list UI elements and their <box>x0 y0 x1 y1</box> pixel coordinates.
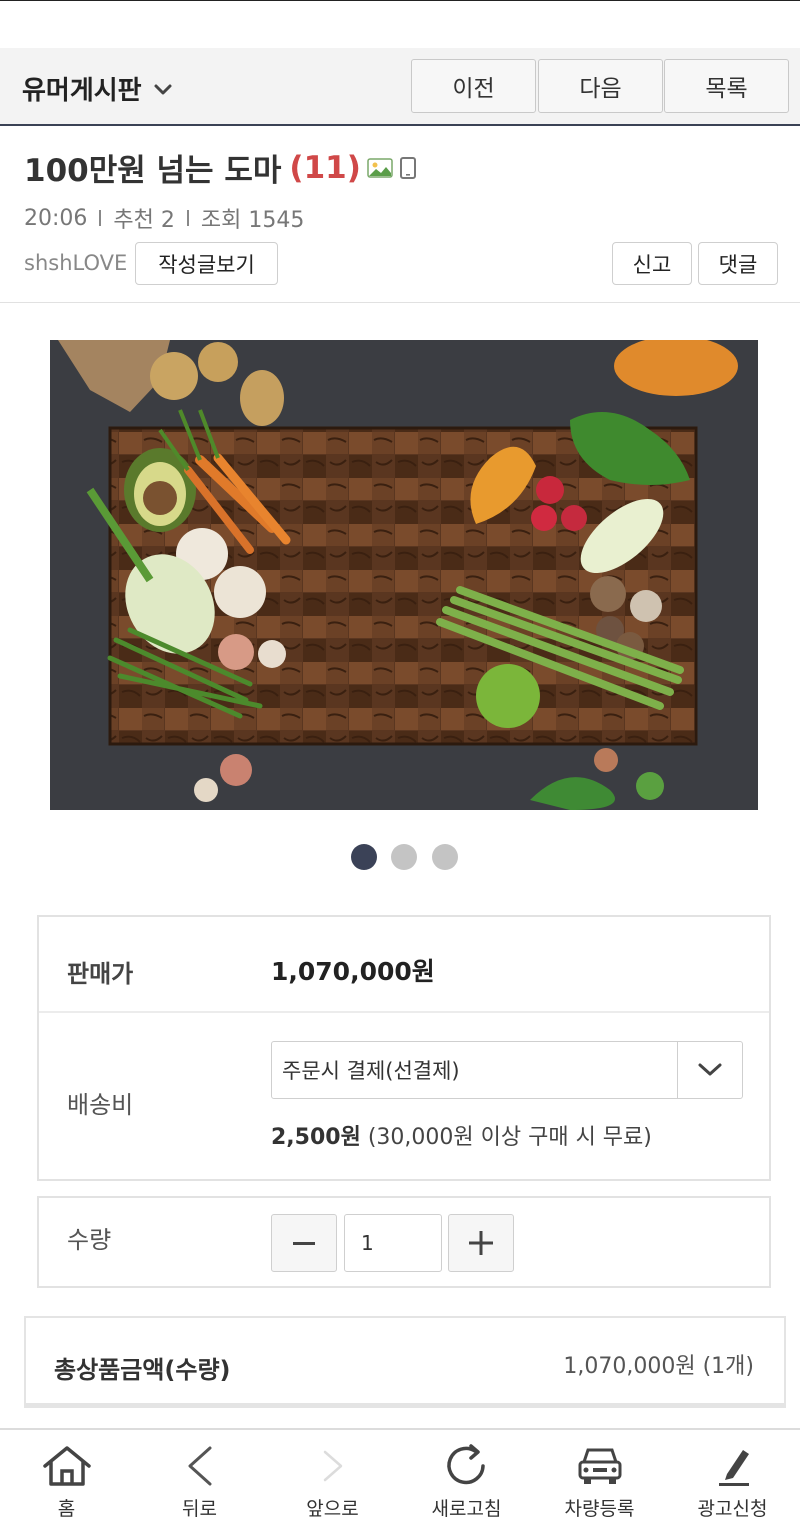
list-button[interactable]: 목록 <box>664 59 789 113</box>
car-icon <box>578 1448 621 1484</box>
view-posts-button[interactable]: 작성글보기 <box>135 242 278 285</box>
nav-refresh[interactable]: 새로고침 <box>400 1430 533 1534</box>
board-header: 유머게시판 이전 다음 목록 <box>0 48 800 126</box>
nav-label: 차량등록 <box>564 1498 635 1520</box>
quantity-label: 수량 <box>67 1226 112 1254</box>
board-name: 유머게시판 <box>22 76 142 106</box>
meta-divider <box>186 210 189 226</box>
quantity-box: 수량 <box>37 1196 771 1288</box>
shipping-fee-line: 2,500원 (30,000원 이상 구매 시 무료) <box>271 1119 652 1151</box>
product-image[interactable] <box>50 340 758 810</box>
product-info-box: 판매가 1,070,000원 배송비 주문시 결제(선결제) 2,500원 (3… <box>37 915 771 1181</box>
image-attached-icon <box>367 157 393 178</box>
price-value: 1,070,000원 <box>271 957 435 986</box>
back-icon <box>188 1446 211 1486</box>
recommend-count: 추천 2 <box>113 208 175 233</box>
total-label: 총상품금액(수량) <box>54 1356 231 1384</box>
author-name[interactable]: shshLOVE <box>24 251 127 275</box>
total-value: 1,070,000원 (1개) <box>563 1354 754 1379</box>
refresh-icon <box>446 1444 485 1485</box>
view-count: 조회 1545 <box>200 208 305 233</box>
report-button[interactable]: 신고 <box>612 242 692 285</box>
forward-icon <box>323 1450 342 1482</box>
post-title-row: 100만원 넘는 도마 (11) <box>24 145 417 190</box>
shipping-fee: 2,500원 <box>271 1125 361 1150</box>
mobile-icon <box>399 156 416 179</box>
post-time: 20:06 <box>24 205 88 231</box>
divider <box>0 302 800 303</box>
carousel-dot-2[interactable] <box>391 844 417 870</box>
nav-ad-request[interactable]: 광고신청 <box>666 1430 799 1534</box>
shipping-row: 주문시 결제(선결제) 2,500원 (30,000원 이상 구매 시 무료) <box>39 1013 769 1179</box>
nav-label: 뒤로 <box>182 1498 217 1520</box>
carousel-dot-3[interactable] <box>432 844 458 870</box>
prev-button[interactable]: 이전 <box>411 59 536 113</box>
quantity-input[interactable] <box>344 1214 442 1272</box>
carousel-dot-1[interactable] <box>351 844 377 870</box>
select-arrow <box>677 1042 742 1098</box>
increase-button[interactable] <box>448 1214 514 1272</box>
next-button[interactable]: 다음 <box>538 59 663 113</box>
comment-button[interactable]: 댓글 <box>698 242 778 285</box>
nav-home[interactable]: 홈 <box>0 1430 133 1534</box>
shipping-option: 주문시 결제(선결제) <box>282 1059 460 1083</box>
shipping-note: (30,000원 이상 구매 시 무료) <box>367 1125 652 1150</box>
nav-car-register[interactable]: 차량등록 <box>533 1430 666 1534</box>
total-box: 총상품금액(수량) 1,070,000원 (1개) <box>24 1316 786 1408</box>
board-selector[interactable]: 유머게시판 <box>22 70 174 107</box>
post-meta: 20:06 추천 2 조회 1545 <box>24 202 304 234</box>
home-icon <box>42 1446 91 1486</box>
bottom-nav: 홈 뒤로 앞으로 새로고침 차량등록 광고신청 <box>0 1428 800 1534</box>
post-title: 100만원 넘는 도마 <box>24 153 282 189</box>
minus-icon <box>293 1242 315 1245</box>
price-label: 판매가 <box>67 960 134 988</box>
nav-forward[interactable]: 앞으로 <box>266 1430 399 1534</box>
pen-icon <box>718 1450 749 1486</box>
nav-label: 홈 <box>57 1498 76 1520</box>
nav-label: 앞으로 <box>306 1498 359 1520</box>
chevron-down-icon <box>154 84 172 94</box>
comment-count[interactable]: (11) <box>289 150 360 186</box>
decrease-button[interactable] <box>271 1214 337 1272</box>
nav-back[interactable]: 뒤로 <box>133 1430 266 1534</box>
shipping-select[interactable]: 주문시 결제(선결제) <box>271 1041 743 1099</box>
chevron-down-icon <box>698 1063 722 1076</box>
top-line <box>0 0 800 1</box>
nav-label: 광고신청 <box>697 1498 768 1520</box>
meta-divider <box>99 210 102 226</box>
nav-label: 새로고침 <box>431 1498 502 1520</box>
plus-icon <box>469 1231 493 1255</box>
